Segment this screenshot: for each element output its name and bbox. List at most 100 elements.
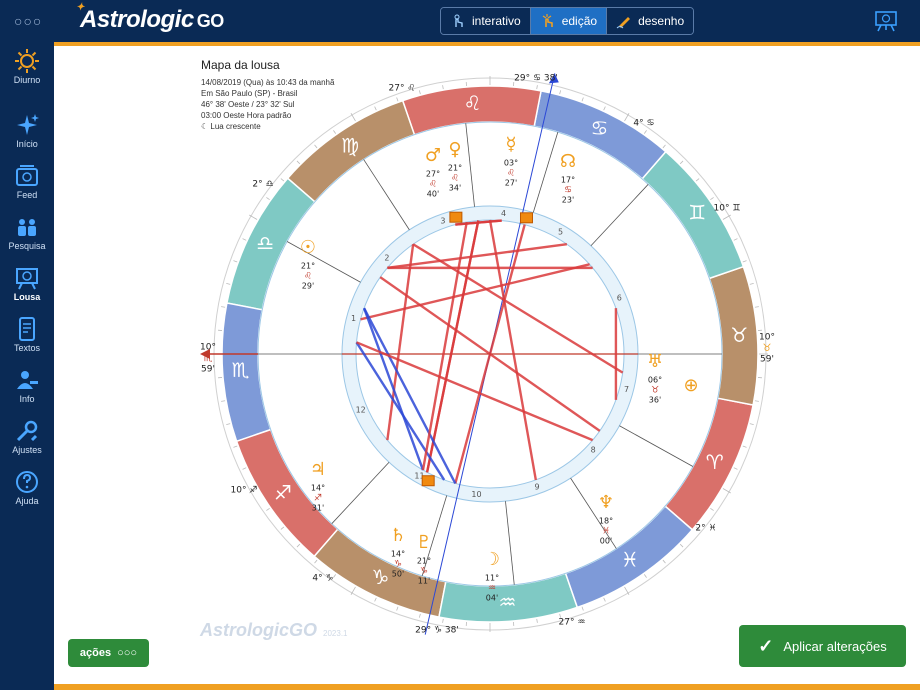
planet-sign: ♓ bbox=[602, 527, 610, 537]
planet-glyph: ♇ bbox=[416, 532, 432, 553]
degree-tick bbox=[280, 178, 285, 182]
house-cusp-label: 4° ♋ bbox=[633, 119, 654, 129]
degree-tick bbox=[603, 106, 606, 111]
planet-sign: ♋ bbox=[564, 186, 572, 196]
planet-glyph: ☊ bbox=[560, 151, 576, 172]
zodiac-sign-glyph: ♊ bbox=[688, 201, 706, 225]
planet-glyph: ♃ bbox=[310, 459, 326, 480]
user-info-icon bbox=[17, 371, 38, 389]
zodiac-sign-glyph: ♐ bbox=[274, 480, 292, 504]
degree-tick bbox=[536, 85, 538, 90]
degree-tick bbox=[233, 445, 238, 448]
degree-tick bbox=[662, 559, 666, 564]
zodiac-sign-glyph: ♓ bbox=[621, 548, 639, 572]
sidebar-item-ajuda[interactable]: Ajuda bbox=[0, 467, 54, 517]
astro-chart-wheel[interactable]: ♈♉♊♋♌♍♎♏♐♑♒♓12345678910111210°♏59'10°♉59… bbox=[190, 60, 790, 650]
degree-tick bbox=[710, 507, 714, 511]
house-number: 4 bbox=[501, 209, 506, 218]
feed-icon bbox=[16, 165, 38, 186]
ascendant-sign: ♏ bbox=[204, 353, 213, 364]
degree-tick bbox=[559, 90, 562, 95]
house-number: 10 bbox=[471, 490, 481, 499]
logo-star-icon: ✦ bbox=[76, 2, 84, 13]
house-number: 7 bbox=[624, 385, 629, 394]
planet-sign: ♒ bbox=[488, 584, 496, 594]
planet-degree: 14° bbox=[391, 550, 405, 559]
house-cusp-label: 4° ♑ bbox=[312, 574, 333, 584]
sun-icon bbox=[15, 49, 39, 73]
planet-minutes: 00' bbox=[600, 537, 612, 546]
sidebar-item-inicio[interactable]: Início bbox=[0, 110, 54, 160]
degree-tick bbox=[396, 97, 399, 102]
planet-minutes: 50' bbox=[392, 570, 404, 579]
zodiac-sign-glyph: ♍ bbox=[341, 133, 359, 157]
tab-interativo[interactable]: interativo bbox=[441, 8, 531, 34]
planet-glyph: ♄ bbox=[390, 525, 406, 546]
degree-tick bbox=[266, 507, 270, 511]
ascendant-minutes: 59' bbox=[201, 365, 215, 375]
planet-degree: 03° bbox=[504, 159, 518, 168]
tab-edicao[interactable]: edição bbox=[530, 8, 608, 34]
planet-degree: 11° bbox=[485, 574, 499, 583]
presentation-board-icon[interactable] bbox=[874, 10, 898, 32]
degree-tick bbox=[333, 130, 337, 134]
tap-edit-icon bbox=[542, 14, 553, 27]
planet-glyph: ☽ bbox=[484, 549, 500, 570]
tab-desenho[interactable]: desenho bbox=[607, 8, 694, 34]
house-number: 12 bbox=[356, 406, 366, 415]
house-number: 8 bbox=[591, 446, 596, 455]
house-number: 6 bbox=[617, 293, 622, 302]
house-cusp-label: 27° ♌ bbox=[389, 84, 416, 94]
bottom-accent-line bbox=[54, 684, 920, 690]
planet-degree: 21° bbox=[448, 164, 462, 173]
zodiac-sign-glyph: ♏ bbox=[232, 358, 250, 382]
sidebar-item-ajustes[interactable]: Ajustes bbox=[0, 416, 54, 466]
house-cusp-label: 27° ♒ bbox=[559, 618, 586, 628]
app-logo: ✦ Astrologic GO bbox=[76, 2, 224, 33]
degree-tick bbox=[749, 282, 754, 285]
sidebar-item-feed[interactable]: Feed bbox=[0, 161, 54, 211]
sidebar-item-diurno[interactable]: Diurno bbox=[0, 46, 54, 96]
descendant-minutes: 59' bbox=[760, 355, 774, 365]
people-icon bbox=[18, 219, 36, 236]
degree-tick bbox=[418, 613, 421, 618]
degree-tick bbox=[221, 400, 226, 402]
house-cusp-label: 10° ♊ bbox=[714, 204, 741, 214]
planet-sign: ♑ bbox=[394, 560, 402, 570]
planet-degree: 21° bbox=[417, 557, 431, 566]
mode-tabs: interativo edição desenho bbox=[440, 7, 695, 35]
planet-minutes: 34' bbox=[449, 184, 461, 193]
sidebar-item-pesquisa[interactable]: Pesquisa bbox=[0, 212, 54, 262]
degree-tick bbox=[643, 130, 647, 134]
degree-tick bbox=[226, 282, 231, 285]
zodiac-sign-glyph: ♑ bbox=[372, 565, 390, 589]
planet-sign: ♑ bbox=[420, 567, 428, 577]
planet-glyph: ♀ bbox=[448, 139, 461, 160]
planet-minutes: 40' bbox=[427, 190, 439, 199]
degree-tick bbox=[242, 238, 247, 241]
sidebar-item-lousa[interactable]: Lousa bbox=[0, 263, 54, 313]
degree-tick bbox=[536, 618, 538, 623]
watermark-logo: AstrologicGO 2023.1 bbox=[200, 620, 348, 640]
zodiac-sign-glyph: ♎ bbox=[256, 231, 274, 255]
degree-tick bbox=[679, 160, 684, 165]
sidebar-item-textos[interactable]: Textos bbox=[0, 314, 54, 364]
degree-tick bbox=[233, 260, 238, 263]
house-number: 9 bbox=[535, 482, 540, 491]
top-bar: ○○○ ✦ Astrologic GO interativo edição des… bbox=[0, 0, 920, 42]
apply-changes-button[interactable]: ✓ Aplicar alterações bbox=[739, 625, 906, 667]
planet-sign: ♉ bbox=[651, 386, 659, 396]
degree-tick bbox=[742, 260, 747, 263]
zodiac-sign-glyph: ♌ bbox=[464, 91, 482, 115]
menu-dots-button[interactable]: ○○○ bbox=[14, 12, 42, 30]
degree-tick bbox=[374, 597, 377, 602]
sidebar-item-info[interactable]: Info bbox=[0, 365, 54, 415]
degree-tick bbox=[242, 467, 247, 470]
degree-tick bbox=[442, 618, 444, 623]
planet-sign: ♐ bbox=[314, 494, 322, 504]
degree-tick bbox=[442, 85, 444, 90]
planet-degree: 18° bbox=[599, 517, 613, 526]
board-icon bbox=[16, 268, 38, 290]
actions-button[interactable]: ações ○○○ bbox=[68, 639, 149, 667]
planet-degree: 06° bbox=[648, 376, 662, 385]
